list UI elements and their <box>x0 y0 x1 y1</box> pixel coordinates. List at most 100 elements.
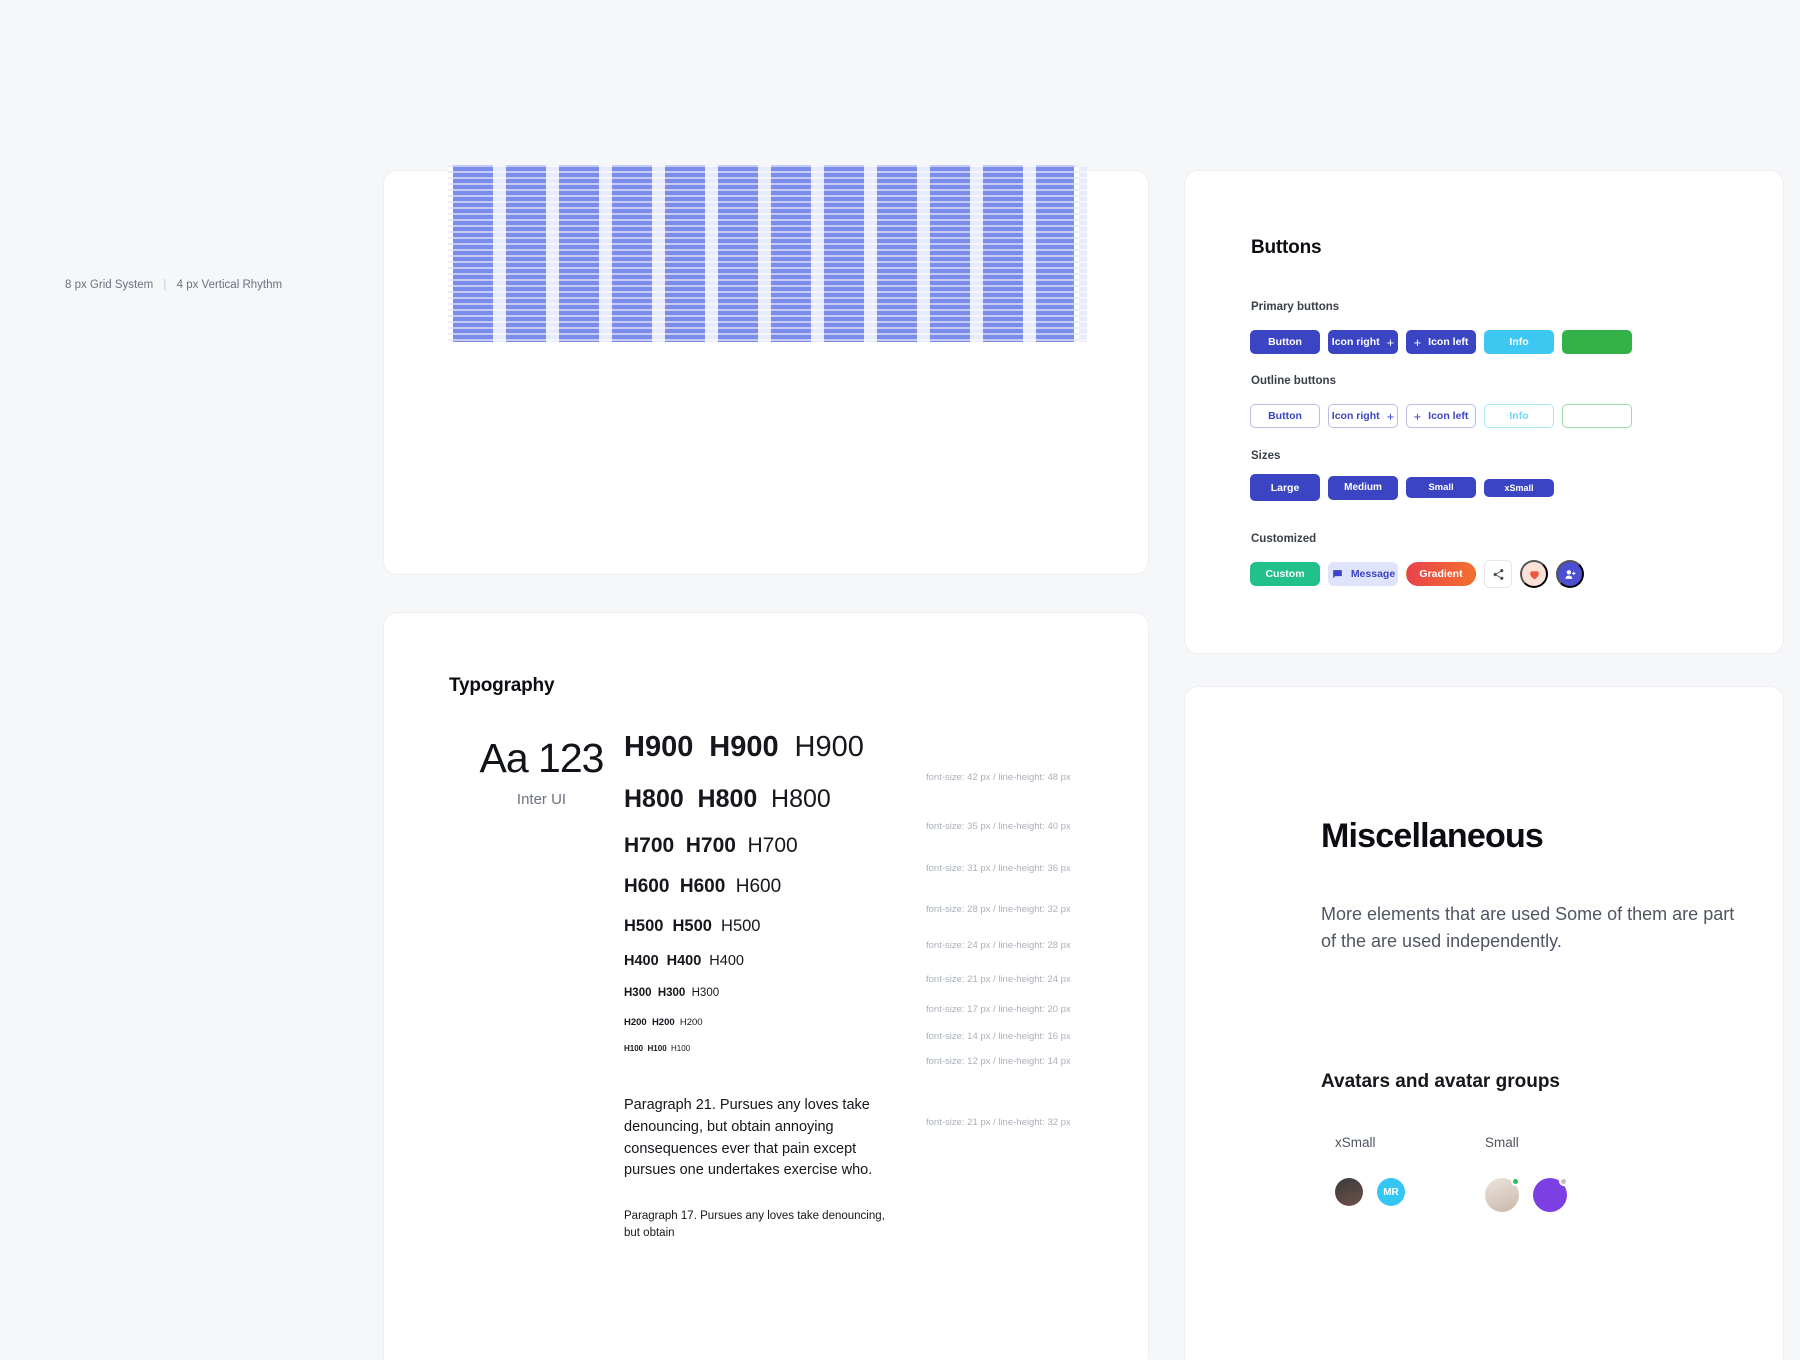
avatar-group-xsmall: xSmall MR <box>1335 1135 1405 1206</box>
type-specimen: Aa 123 Inter UI <box>449 735 634 808</box>
meta-divider: | <box>163 279 167 291</box>
type-sample: H300 <box>624 987 652 1000</box>
type-scale-row: H300 H300 H300 font-size: 17 px / line-heig… <box>624 987 1094 1017</box>
button-label: Custom <box>1265 568 1305 580</box>
avatar[interactable] <box>1335 1178 1363 1206</box>
size-large-button[interactable]: Large <box>1250 474 1320 501</box>
label-outline-buttons: Outline buttons <box>1251 375 1336 387</box>
icon-left-button[interactable]: + Icon left <box>1406 330 1476 354</box>
avatar-initials[interactable]: MR <box>1377 1178 1405 1206</box>
plus-icon: + <box>1386 334 1395 350</box>
add-user-button[interactable] <box>1556 560 1584 588</box>
avatar-size-label-small: Small <box>1485 1135 1519 1150</box>
type-scale-row: H800 H800 H800 font-size: 35 px / line-heig… <box>624 785 1094 834</box>
button-label: Button <box>1268 336 1302 348</box>
paragraph-row: Paragraph 17. Pursues any loves take den… <box>624 1208 1094 1243</box>
info-button[interactable]: Info <box>1484 330 1554 354</box>
typography-card: Typography Aa 123 Inter UI H900 H900 H900 f… <box>383 612 1149 1360</box>
type-sample: H800 <box>624 785 684 814</box>
type-sample-group: H600 H600 H600 <box>624 876 924 898</box>
-button[interactable] <box>1562 404 1632 428</box>
share-button[interactable] <box>1484 560 1512 588</box>
type-scale-row: H100 H100 H100 font-size: 12 px / line-heig… <box>624 1044 1094 1069</box>
type-sample: H200 <box>624 1017 647 1029</box>
-button[interactable] <box>1562 330 1632 354</box>
size-medium-button[interactable]: Medium <box>1328 475 1398 500</box>
specimen-sample: Aa 123 <box>479 735 605 781</box>
outline-buttons-row: Button Icon right + + Icon left Info <box>1250 404 1632 428</box>
message-button[interactable]: Message <box>1328 562 1398 586</box>
grid-meta-left: 8 px Grid System | 4 px Vertical Rhythm <box>65 279 282 291</box>
gradient-button[interactable]: Gradient <box>1406 562 1476 586</box>
size-xsmall-button[interactable]: xSmall <box>1484 478 1554 497</box>
type-sample: H600 <box>679 876 726 898</box>
type-spec-label: font-size: 14 px / line-height: 16 px <box>926 1031 1071 1043</box>
button-label: Large <box>1270 481 1300 494</box>
icon-right-button[interactable]: Icon right + <box>1328 330 1398 354</box>
icon-right-button[interactable]: Icon right + <box>1328 404 1398 428</box>
heart-button[interactable] <box>1520 560 1548 588</box>
icon-left-button[interactable]: + Icon left <box>1406 404 1476 428</box>
grid-meta-grid-system: 8 px Grid System <box>65 279 154 291</box>
type-sample: H300 <box>691 987 720 1000</box>
typography-card-title: Typography <box>449 675 555 696</box>
type-sample-group: H300 H300 H300 <box>624 987 924 999</box>
button-label: xSmall <box>1504 482 1534 493</box>
type-sample: H200 <box>679 1017 703 1029</box>
label-sizes: Sizes <box>1251 450 1281 462</box>
specimen-font-name: Inter UI <box>516 791 567 808</box>
paragraph-text: Paragraph 17. Pursues any loves take den… <box>624 1210 885 1240</box>
type-sample: H700 <box>624 833 675 857</box>
label-customized: Customized <box>1251 533 1317 545</box>
paragraph-text: Paragraph 21. Pursues any loves take den… <box>624 1097 873 1179</box>
avatar[interactable] <box>1485 1177 1520 1212</box>
info-button[interactable]: Info <box>1484 404 1554 428</box>
sizes-buttons-row: Large Medium Small xSmall <box>1250 474 1554 501</box>
type-sample: H600 <box>735 876 782 898</box>
type-sample: H700 <box>685 833 736 857</box>
chat-icon <box>1331 568 1344 581</box>
type-spec-label: font-size: 35 px / line-height: 40 px <box>926 820 1071 832</box>
type-spec-label: font-size: 31 px / line-height: 36 px <box>926 863 1071 875</box>
avatar-image: MR <box>1377 1178 1405 1206</box>
heart-icon <box>1528 568 1541 581</box>
size-small-button[interactable]: Small <box>1406 477 1476 498</box>
avatar[interactable] <box>1533 1177 1568 1212</box>
paragraph-samples: Paragraph 21. Pursues any loves take den… <box>624 1095 1094 1269</box>
plus-icon: + <box>1386 408 1395 424</box>
miscellaneous-title: Miscellaneous <box>1321 817 1544 855</box>
button-label: Icon right <box>1331 336 1380 348</box>
type-scale-row: H900 H900 H900 font-size: 42 px / line-heig… <box>624 731 1094 785</box>
custom-button[interactable]: Custom <box>1250 562 1320 586</box>
type-sample: H900 <box>624 731 694 763</box>
type-scale-row: H500 H500 H500 font-size: 24 px / line-heig… <box>624 917 1094 954</box>
type-sample-group: H200 H200 H200 <box>624 1017 924 1028</box>
type-sample: H500 <box>624 916 664 935</box>
type-spec-label: font-size: 24 px / line-height: 28 px <box>926 940 1071 952</box>
button-button[interactable]: Button <box>1250 404 1320 428</box>
type-sample: H800 <box>697 785 758 814</box>
avatar-group-small: Small <box>1485 1135 1568 1212</box>
type-scale-list: H900 H900 H900 font-size: 42 px / line-heig… <box>624 731 1094 1069</box>
type-sample-group: H800 H800 H800 <box>624 785 924 814</box>
button-button[interactable]: Button <box>1250 330 1320 354</box>
button-label: Medium <box>1344 482 1382 493</box>
type-spec-label: font-size: 21 px / line-height: 24 px <box>926 974 1071 986</box>
share-icon <box>1492 568 1505 581</box>
grid-columns-visualization <box>453 165 1087 342</box>
button-label: Icon left <box>1428 410 1469 422</box>
avatar-row: MR <box>1335 1178 1405 1206</box>
type-sample: H100 <box>671 1044 691 1054</box>
buttons-card-title: Buttons <box>1251 237 1322 258</box>
type-spec-label: font-size: 17 px / line-height: 20 px <box>926 1004 1071 1016</box>
primary-buttons-row: Button Icon right + + Icon left Info <box>1250 330 1632 354</box>
button-label: Icon right <box>1331 410 1380 422</box>
button-label: Icon left <box>1428 336 1469 348</box>
type-sample-group: H700 H700 H700 <box>624 834 924 858</box>
paragraph-row: Paragraph 21. Pursues any loves take den… <box>624 1095 1094 1182</box>
miscellaneous-card: Miscellaneous More elements that are use… <box>1184 686 1784 1360</box>
status-dot-online <box>1511 1177 1520 1186</box>
avatars-section-title: Avatars and avatar groups <box>1321 1071 1560 1092</box>
type-sample: H900 <box>709 731 779 763</box>
miscellaneous-description: More elements that are used Some of them… <box>1321 904 1735 952</box>
